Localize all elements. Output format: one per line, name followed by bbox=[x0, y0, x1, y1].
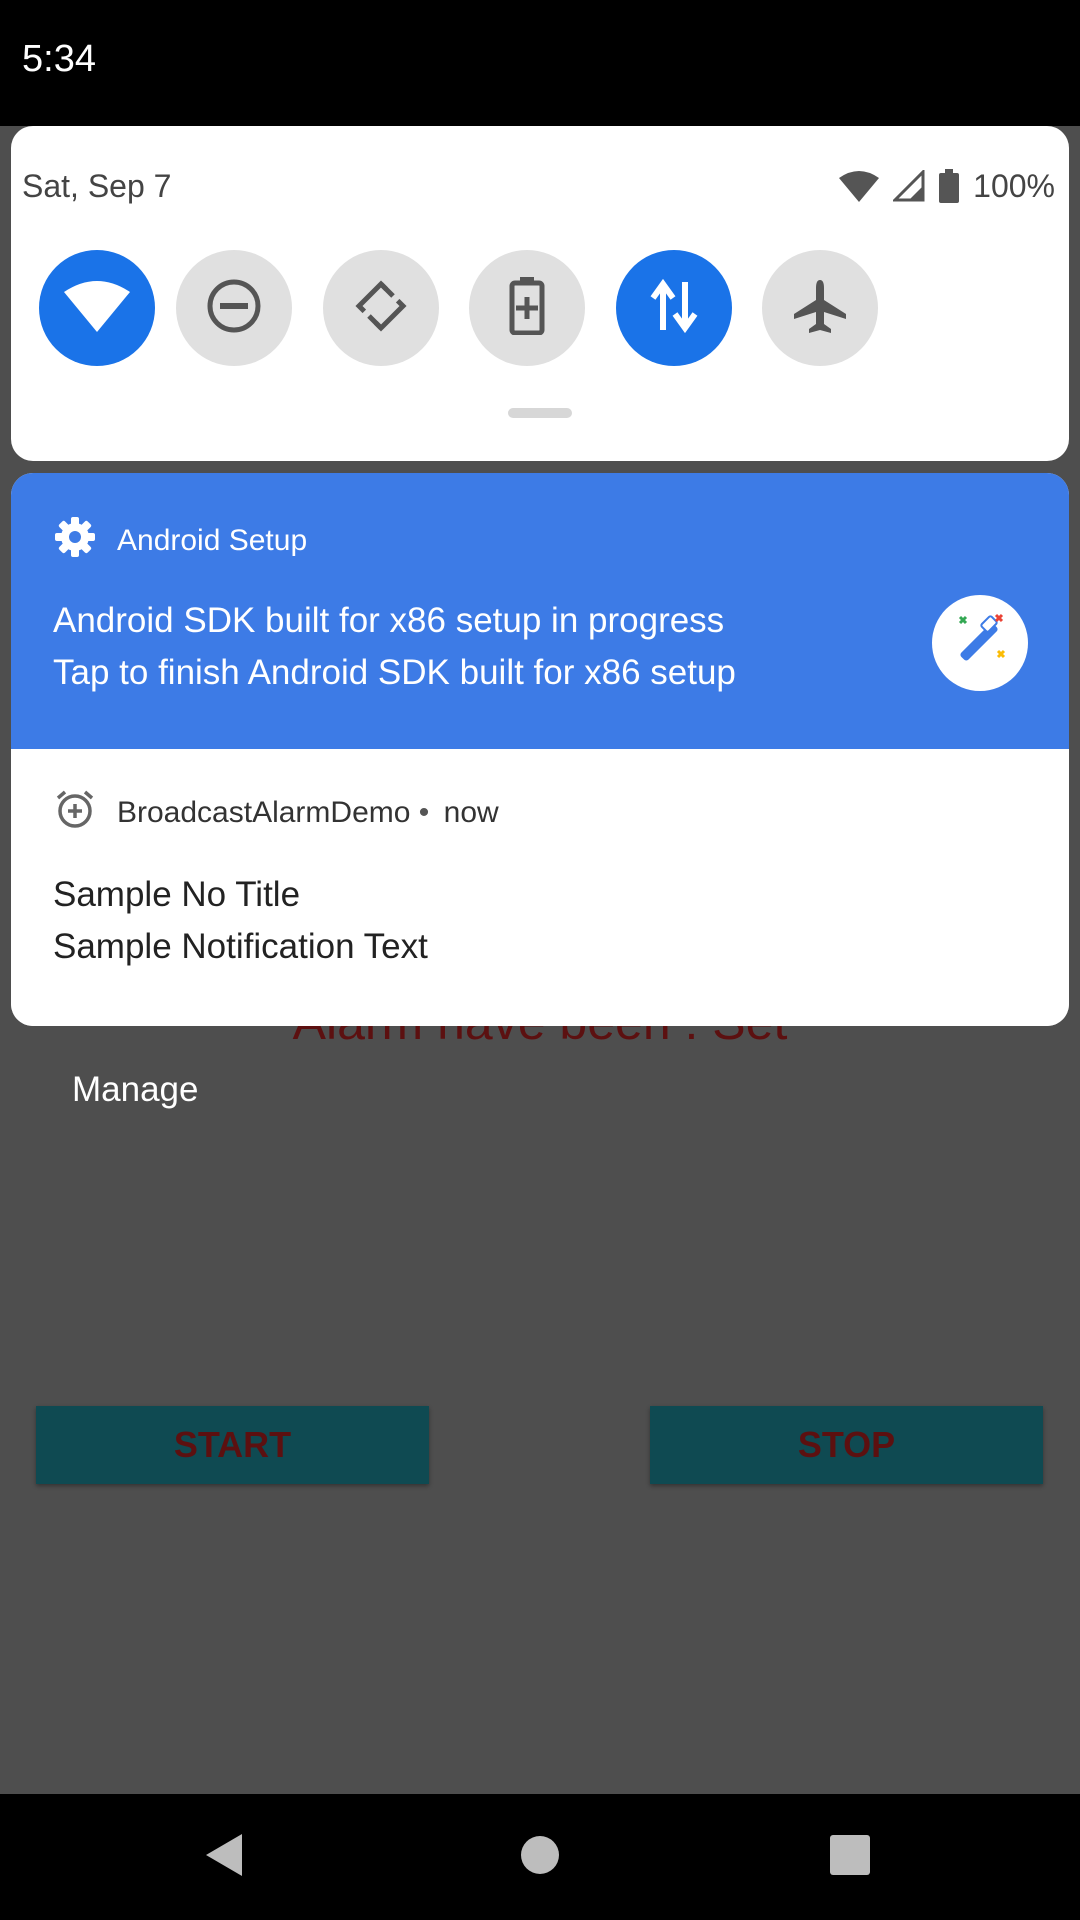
data-transfer-icon bbox=[649, 278, 699, 339]
setup-notification[interactable]: Android Setup Android SDK built for x86 … bbox=[11, 473, 1069, 749]
back-icon bbox=[204, 1832, 244, 1883]
notification-stack: Android Setup Android SDK built for x86 … bbox=[11, 473, 1069, 1026]
alarm-app-name: BroadcastAlarmDemo bbox=[117, 796, 411, 829]
qs-status-icons: 100% bbox=[839, 166, 1055, 206]
qs-drag-handle[interactable] bbox=[508, 408, 572, 418]
battery-percent: 100% bbox=[973, 167, 1055, 204]
tile-airplane-mode[interactable] bbox=[762, 250, 878, 366]
alarm-time: now bbox=[443, 796, 499, 829]
tile-battery-saver[interactable] bbox=[469, 250, 585, 366]
alarm-notification[interactable]: BroadcastAlarmDemo • now Sample No Title… bbox=[11, 749, 1069, 1026]
battery-saver-icon bbox=[509, 276, 545, 340]
setup-text: Tap to finish Android SDK built for x86 … bbox=[53, 653, 736, 692]
setup-app-name: Android Setup bbox=[117, 524, 308, 557]
magic-wand-icon bbox=[950, 611, 1010, 676]
manage-notifications-button[interactable]: Manage bbox=[72, 1070, 198, 1110]
recents-icon bbox=[830, 1834, 870, 1880]
alarm-header: BroadcastAlarmDemo • now bbox=[55, 789, 499, 837]
nav-back-button[interactable] bbox=[164, 1794, 284, 1920]
tile-mobile-data[interactable] bbox=[616, 250, 732, 366]
rotate-icon bbox=[353, 278, 409, 339]
nav-home-button[interactable] bbox=[480, 1794, 600, 1920]
alarm-title: Sample No Title bbox=[53, 875, 301, 914]
cell-signal-icon bbox=[893, 170, 925, 202]
navigation-bar bbox=[0, 1794, 1080, 1920]
setup-header: Android Setup bbox=[55, 517, 307, 565]
header-separator: • bbox=[418, 796, 430, 829]
wifi-signal-icon bbox=[839, 170, 880, 202]
start-button[interactable]: START bbox=[36, 1406, 429, 1484]
tile-auto-rotate[interactable] bbox=[323, 250, 439, 366]
alarm-text: Sample Notification Text bbox=[53, 927, 428, 966]
quick-settings-panel: Sat, Sep 7 100% bbox=[11, 126, 1069, 461]
setup-title: Android SDK built for x86 setup in progr… bbox=[53, 601, 725, 640]
airplane-icon bbox=[792, 278, 848, 339]
status-bar: 5:34 bbox=[0, 0, 1080, 126]
status-time: 5:34 bbox=[22, 38, 96, 80]
gear-icon bbox=[55, 517, 95, 565]
nav-recents-button[interactable] bbox=[790, 1794, 910, 1920]
alarm-add-icon bbox=[55, 789, 95, 837]
tile-wifi[interactable] bbox=[39, 250, 155, 366]
qs-date[interactable]: Sat, Sep 7 bbox=[22, 168, 171, 205]
screen: Alarm have been : Set START STOP 5:34 Sa… bbox=[0, 0, 1080, 1920]
setup-large-icon bbox=[932, 595, 1028, 691]
tile-do-not-disturb[interactable] bbox=[176, 250, 292, 366]
wifi-icon bbox=[64, 280, 130, 337]
home-icon bbox=[520, 1835, 560, 1880]
battery-icon bbox=[939, 169, 960, 203]
stop-button[interactable]: STOP bbox=[650, 1406, 1043, 1484]
do-not-disturb-icon bbox=[206, 278, 262, 339]
